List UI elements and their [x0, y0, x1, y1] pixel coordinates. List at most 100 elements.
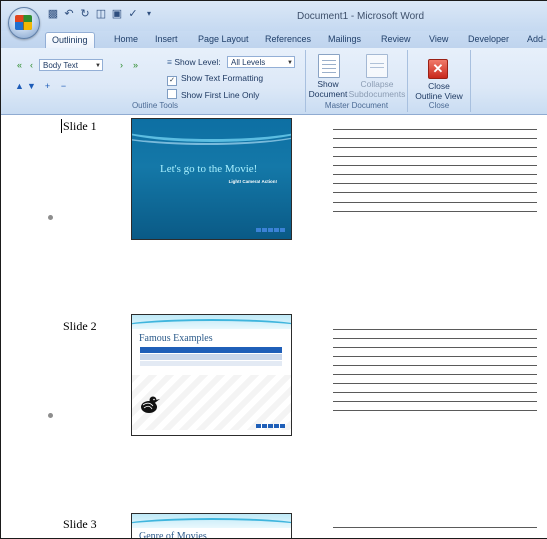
close-label-2: Outline View [415, 91, 463, 101]
close-group: ✕ Close Outline View Close [408, 50, 471, 112]
slide-label: Slide 2 [63, 319, 97, 333]
tab-review[interactable]: Review [381, 34, 411, 44]
outline-bullet[interactable] [48, 413, 53, 418]
outline-bullet[interactable] [48, 215, 53, 220]
slide-subtitle: Light! Camera! Action! [228, 179, 277, 184]
master-document-label: Master Document [324, 101, 389, 110]
expand-icon[interactable]: + [43, 82, 52, 91]
text-cursor [61, 119, 62, 133]
checkbox-unchecked-icon [167, 89, 177, 99]
word-window: ▩ ↶ ↻ ◫ ▣ ✓ ▾ Document1 - Microsoft Word… [0, 0, 547, 539]
slide-thumbnail: Genre of Movies [131, 513, 292, 538]
show-text-formatting-checkbox[interactable]: ✓ Show Text Formatting [167, 73, 263, 86]
outline-tools-group: « ‹ Body Text ▼ › » ▲ ▼ + − ≡ Show Level:… [5, 50, 306, 112]
show-document-label-2: Document [308, 89, 348, 99]
show-level-control: ≡ Show Level: [167, 57, 221, 67]
notes-line [333, 410, 537, 411]
demote-icon[interactable]: › [117, 61, 126, 70]
tab-references[interactable]: References [265, 34, 311, 44]
notes-line [333, 138, 537, 139]
wave-decoration [132, 315, 291, 329]
office-button[interactable] [8, 7, 40, 39]
bird-icon [141, 396, 160, 413]
collapse-subdocuments-icon [366, 54, 388, 78]
notes-line [333, 356, 537, 357]
document-area[interactable]: Slide 1 Let's go to the Movie! Light! Ca… [1, 115, 547, 538]
tab-insert[interactable]: Insert [155, 34, 178, 44]
notes-line [333, 165, 537, 166]
title-bar: ▩ ↶ ↻ ◫ ▣ ✓ ▾ Document1 - Microsoft Word [1, 1, 547, 39]
tab-home[interactable]: Home [114, 34, 138, 44]
slide-thumbnail: Let's go to the Movie! Light! Camera! Ac… [131, 118, 292, 240]
notes-line [333, 129, 537, 130]
slide-title: Let's go to the Movie! [160, 163, 258, 175]
nav-blocks [256, 228, 285, 232]
show-level-icon: ≡ [167, 57, 172, 67]
open-icon[interactable]: ▣ [111, 8, 123, 20]
collapse-label-1: Collapse [360, 79, 394, 89]
tab-page-layout[interactable]: Page Layout [198, 34, 249, 44]
outline-level-combo[interactable]: Body Text ▼ [39, 59, 103, 71]
wave-decoration [132, 119, 291, 145]
slide-table [140, 347, 282, 367]
chevron-down-icon: ▼ [287, 60, 293, 66]
chevron-down-icon: ▼ [95, 63, 101, 69]
nav-blocks [256, 424, 285, 428]
master-document-group: Show Document Collapse Subdocuments Master… [306, 50, 408, 112]
show-text-formatting-label: Show Text Formatting [181, 73, 264, 83]
show-level-value: All Levels [231, 58, 266, 67]
demote-to-body-text-icon[interactable]: » [131, 61, 140, 70]
undo-icon[interactable]: ↶ [63, 8, 75, 20]
notes-line [333, 392, 537, 393]
tab-developer[interactable]: Developer [468, 34, 509, 44]
spelling-icon[interactable]: ✓ [127, 8, 139, 20]
show-document-label-1: Show [317, 79, 339, 89]
outline-tools-label: Outline Tools [131, 101, 179, 110]
ribbon: « ‹ Body Text ▼ › » ▲ ▼ + − ≡ Show Level:… [1, 48, 547, 115]
close-icon[interactable]: ✕ [428, 59, 448, 79]
save-icon[interactable]: ▩ [47, 8, 59, 20]
quick-access-toolbar: ▩ ↶ ↻ ◫ ▣ ✓ ▾ [47, 8, 155, 20]
move-down-icon[interactable]: ▼ [27, 82, 36, 91]
slide-title: Famous Examples [139, 333, 213, 344]
redo-icon[interactable]: ↻ [79, 8, 91, 20]
notes-line [333, 383, 537, 384]
office-logo-icon [15, 15, 32, 30]
show-document-icon[interactable] [318, 54, 340, 78]
checkbox-checked-icon: ✓ [167, 76, 177, 86]
close-label-1: Close [428, 81, 450, 91]
collapse-icon[interactable]: − [59, 82, 68, 91]
slide-label: Slide 1 [63, 119, 97, 133]
notes-line [333, 192, 537, 193]
customize-icon[interactable]: ▾ [143, 8, 155, 20]
close-outline-view-button[interactable]: Close Outline View [408, 81, 470, 101]
notes-line [333, 329, 537, 330]
notes-line [333, 183, 537, 184]
ribbon-tabs: Outlining Home Insert Page Layout Refere… [1, 31, 547, 51]
move-up-icon[interactable]: ▲ [15, 82, 24, 91]
collapse-label-2: Subdocuments [348, 89, 406, 99]
print-preview-icon[interactable]: ◫ [95, 8, 107, 20]
notes-line [333, 527, 537, 528]
show-level-combo[interactable]: All Levels ▼ [227, 56, 295, 68]
slide-label: Slide 3 [63, 517, 97, 531]
show-document-button[interactable]: Show Document [306, 79, 350, 99]
tab-mailings[interactable]: Mailings [328, 34, 361, 44]
window-title: Document1 - Microsoft Word [297, 11, 425, 22]
notes-line [333, 202, 537, 203]
show-level-label: Show Level: [174, 57, 221, 67]
wave-decoration [132, 514, 291, 528]
collapse-subdocuments-button: Collapse Subdocuments [348, 79, 406, 99]
promote-to-heading-icon[interactable]: « [15, 61, 24, 70]
notes-line [333, 211, 537, 212]
tab-view[interactable]: View [429, 34, 448, 44]
show-first-line-only-checkbox[interactable]: Show First Line Only [167, 89, 259, 100]
notes-line [333, 156, 537, 157]
notes-line [333, 401, 537, 402]
close-group-label: Close [428, 101, 450, 110]
notes-line [333, 365, 537, 366]
notes-line [333, 347, 537, 348]
promote-icon[interactable]: ‹ [27, 61, 36, 70]
notes-line [333, 338, 537, 339]
tab-add-ins[interactable]: Add- [527, 34, 546, 44]
